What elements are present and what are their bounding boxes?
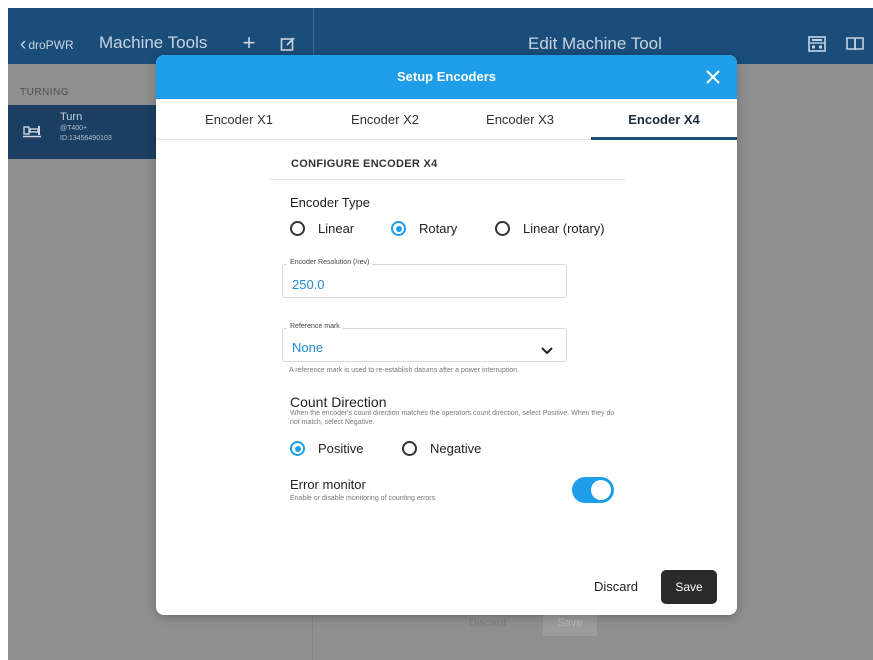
active-tab-indicator [591,137,737,140]
error-monitor-helper: Enable or disable monitoring of counting… [290,495,436,502]
radio-negative[interactable]: Negative [402,441,481,456]
section-divider [269,179,625,180]
radio-label: Negative [430,441,482,456]
tab-encoder-x4[interactable]: Encoder X4 [591,99,737,140]
field-label: Encoder Resolution (/rev) [287,259,373,266]
radio-linear[interactable]: Linear [290,221,354,236]
reference-mark-select[interactable]: Reference mark None [282,323,567,362]
radio-rotary[interactable]: Rotary [391,221,457,236]
machine-list-item[interactable]: Turn @T400+ ID:13456490103 [8,105,158,159]
radio-label: Linear (rotary) [523,221,605,236]
radio-positive[interactable]: Positive [290,441,364,456]
page-title: Machine Tools [99,33,208,52]
machine-name: Turn [60,111,83,123]
lathe-icon [23,124,41,138]
radio-checked-icon [391,221,406,236]
setup-encoders-modal: Setup Encoders Encoder X1 Encoder X2 Enc… [156,55,737,615]
field-label: Reference mark [287,323,343,330]
back-button[interactable]: ‹ droPWR [20,35,74,54]
tab-encoder-x1[interactable]: Encoder X1 [176,99,302,140]
save-button[interactable]: Save [661,570,717,604]
radio-linear-rotary[interactable]: Linear (rotary) [495,221,605,236]
section-label: TURNING [20,87,70,98]
calculator-icon[interactable] [808,36,826,52]
discard-button[interactable]: Discard [586,570,646,602]
count-direction-label: Count Direction [290,394,387,410]
machine-id: ID:13456490103 [60,135,112,142]
error-monitor-label: Error monitor [290,477,366,492]
reference-mark-helper: A reference mark is used to re-establish… [289,367,519,374]
radio-unchecked-icon [290,221,305,236]
encoder-tabs: Encoder X1 Encoder X2 Encoder X3 Encoder… [156,99,737,140]
back-label: droPWR [28,37,74,52]
chevron-down-icon [541,342,553,355]
modal-header: Setup Encoders [156,55,737,99]
tab-encoder-x3[interactable]: Encoder X3 [457,99,583,140]
modal-title: Setup Encoders [397,69,496,84]
close-icon[interactable] [704,68,722,86]
detail-title: Edit Machine Tool [528,34,662,53]
chevron-left-icon: ‹ [20,34,27,55]
section-header: CONFIGURE ENCODER X4 [291,158,438,170]
radio-label: Linear [318,221,355,236]
count-direction-helper: When the encoder's count direction match… [290,410,615,426]
background-discard-button: Discard [469,617,507,629]
edit-icon[interactable] [280,36,296,52]
plus-icon[interactable]: + [239,32,259,54]
toggle-knob [591,480,611,500]
radio-unchecked-icon [402,441,417,456]
radio-unchecked-icon [495,221,510,236]
field-value: 250.0 [292,277,325,292]
machine-model: @T400+ [60,125,88,132]
radio-label: Rotary [419,221,458,236]
radio-checked-icon [290,441,305,456]
encoder-resolution-field[interactable]: Encoder Resolution (/rev) 250.0 [282,259,567,298]
radio-label: Positive [318,441,364,456]
encoder-type-label: Encoder Type [290,195,370,210]
select-value: None [292,340,324,355]
tab-encoder-x2[interactable]: Encoder X2 [322,99,448,140]
error-monitor-toggle[interactable] [572,477,614,503]
book-icon[interactable] [846,36,864,52]
